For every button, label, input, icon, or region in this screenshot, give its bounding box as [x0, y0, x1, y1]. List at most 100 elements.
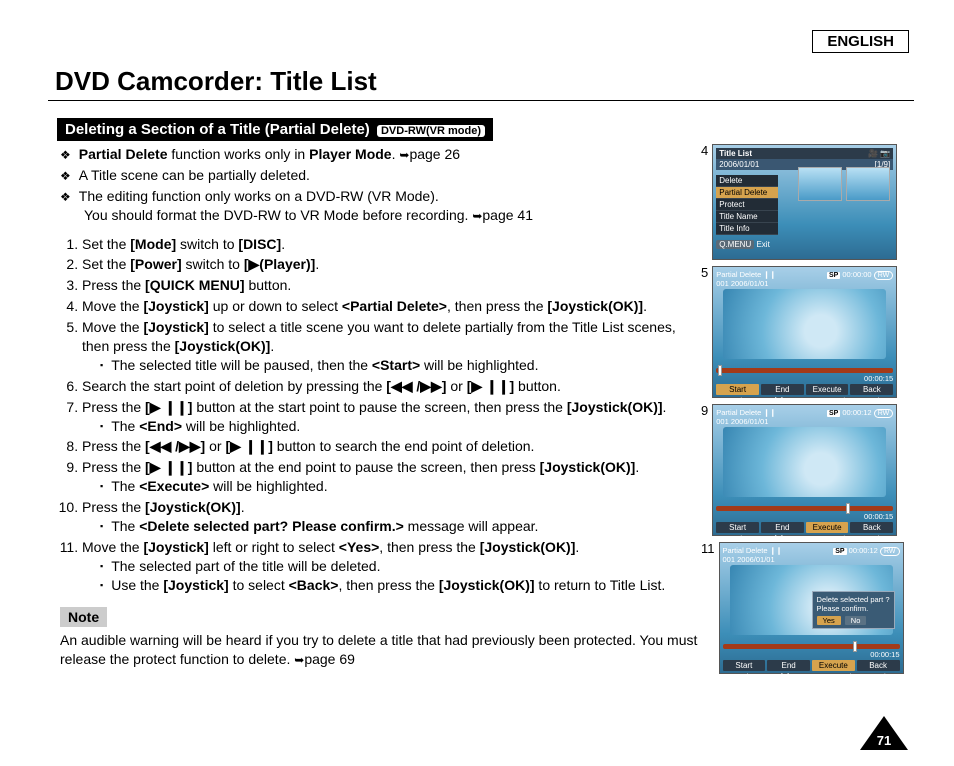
thumbnail — [798, 167, 842, 201]
language-box: ENGLISH — [812, 30, 909, 53]
arrow-icon: ➥ — [399, 148, 409, 162]
step-11-sub2: Use the [Joystick] to select <Back>, the… — [82, 576, 680, 595]
screen-4-date: 2006/01/01 — [719, 160, 759, 169]
step-3: Press the [QUICK MENU] button. — [82, 276, 680, 295]
step-6: Search the start point of deletion by pr… — [82, 377, 680, 396]
seg-start: Start — [716, 384, 759, 395]
seg-end: End — [761, 384, 804, 395]
step-5: Move the [Joystick] to select a title sc… — [82, 318, 680, 375]
screen-4-exit: Q.MENU Exit — [716, 240, 893, 249]
progress-knob — [853, 641, 857, 652]
seg-execute: Execute — [812, 660, 855, 671]
progress-bar — [716, 368, 893, 373]
seg-start: Start — [723, 660, 766, 671]
arrow-icon: ➥ — [294, 653, 304, 667]
pd-hdr: Partial Delete — [716, 408, 761, 417]
step-9-sub: The <Execute> will be highlighted. — [82, 477, 680, 496]
pd-clip: 001 2006/01/01 — [716, 279, 768, 288]
step-4: Move the [Joystick] up or down to select… — [82, 297, 680, 316]
pd-segments: StartEndExecuteBack — [716, 522, 893, 533]
rw-tag: RW — [874, 409, 894, 418]
menu-item: Delete — [716, 175, 778, 187]
pd-time: 00:00:00 — [842, 270, 871, 279]
progress-knob — [846, 503, 850, 514]
pd-controls: ▶ Play❙❙ Pause◀◀/▶▶ Search — [723, 672, 900, 681]
screen-4: Title List🎥 📷 2006/01/01[1/9] Delete Par… — [712, 144, 897, 260]
pause-icon: ❙❙ — [763, 408, 776, 417]
step-10-sub: The <Delete selected part? Please confir… — [82, 517, 680, 536]
page-number: 71 — [872, 733, 896, 748]
step-9: Press the [▶ ❙❙] button at the end point… — [82, 458, 680, 496]
progress-knob — [718, 365, 722, 376]
confirm-no: No — [845, 616, 867, 625]
seg-start: Start — [716, 522, 759, 533]
pause-icon: ❙❙ — [770, 546, 783, 555]
dolphin-image — [723, 289, 886, 359]
step-11: Move the [Joystick] left or right to sel… — [82, 538, 680, 595]
step-11-sub1: The selected part of the title will be d… — [82, 557, 680, 576]
note-header: Note — [60, 607, 107, 628]
step-5-sub: The selected title will be paused, then … — [82, 356, 680, 375]
horizontal-rule — [48, 100, 914, 101]
seg-end: End — [767, 660, 810, 671]
thumbnail — [846, 167, 890, 201]
screenshot-column: 4 Title List🎥 📷 2006/01/01[1/9] Delete P… — [701, 144, 911, 680]
seg-end: End — [761, 522, 804, 533]
pd-clip: 001 2006/01/01 — [723, 555, 775, 564]
rw-tag: RW — [880, 547, 900, 556]
seg-execute: Execute — [806, 384, 849, 395]
arrow-icon: ➥ — [472, 209, 482, 223]
page-number-triangle: 71 — [860, 716, 908, 750]
screen-9: Partial Delete ❙❙001 2006/01/01 SP 00:00… — [712, 404, 897, 536]
pause-icon: ❙❙ — [763, 270, 776, 279]
sp-tag: SP — [827, 410, 840, 417]
camera-icon: 🎥 📷 — [868, 149, 890, 158]
bullet-1: Partial Delete function works only in Pl… — [60, 145, 680, 164]
page-title: DVD Camcorder: Title List — [55, 66, 377, 97]
pd-clip: 001 2006/01/01 — [716, 417, 768, 426]
menu-item: Title Name — [716, 211, 778, 223]
pd-duration: 00:00:15 — [716, 374, 893, 383]
sp-tag: SP — [827, 272, 840, 279]
bullet-2: A Title scene can be partially deleted. — [60, 166, 680, 185]
text-column: Partial Delete function works only in Pl… — [60, 145, 680, 669]
confirm-line1: Delete selected part ? — [817, 595, 890, 604]
seg-back: Back — [857, 660, 900, 671]
confirm-yes: Yes — [817, 616, 841, 625]
step-8: Press the [◀◀ /▶▶] or [▶ ❙❙] button to s… — [82, 437, 680, 456]
step-10: Press the [Joystick(OK)]. The <Delete se… — [82, 498, 680, 536]
pd-duration: 00:00:15 — [716, 512, 893, 521]
pd-time: 00:00:12 — [842, 408, 871, 417]
rw-tag: RW — [874, 271, 894, 280]
bullet-list: Partial Delete function works only in Pl… — [60, 145, 680, 225]
numbered-steps: Set the [Mode] switch to [DISC]. Set the… — [60, 235, 680, 595]
pd-duration: 00:00:15 — [723, 650, 900, 659]
screen-number-11: 11 — [701, 542, 715, 555]
pd-hdr: Partial Delete — [723, 546, 768, 555]
step-7: Press the [▶ ❙❙] button at the start poi… — [82, 398, 680, 436]
screen-number-9: 9 — [701, 404, 708, 417]
section-heading: Deleting a Section of a Title (Partial D… — [57, 118, 493, 141]
seg-execute: Execute — [806, 522, 849, 533]
confirm-line2: Please confirm. — [817, 604, 890, 613]
section-heading-text: Deleting a Section of a Title (Partial D… — [65, 121, 370, 138]
screen-number-5: 5 — [701, 266, 708, 279]
menu-item: Title Info — [716, 223, 778, 235]
bullet-3: The editing function only works on a DVD… — [60, 187, 680, 225]
sp-tag: SP — [833, 548, 846, 555]
pd-segments: StartEndExecuteBack — [716, 384, 893, 395]
pd-segments: StartEndExecuteBack — [723, 660, 900, 671]
confirm-dialog: Delete selected part ? Please confirm. Y… — [812, 591, 895, 629]
pd-hdr: Partial Delete — [716, 270, 761, 279]
screen-number-4: 4 — [701, 144, 708, 157]
menu-item: Protect — [716, 199, 778, 211]
menu-item-highlighted: Partial Delete — [716, 187, 778, 199]
screen-4-menu: Delete Partial Delete Protect Title Name… — [716, 175, 778, 235]
pd-time: 00:00:12 — [849, 546, 878, 555]
screen-5: Partial Delete ❙❙001 2006/01/01 SP 00:00… — [712, 266, 897, 398]
progress-bar — [723, 644, 900, 649]
dolphin-image — [723, 427, 886, 497]
mode-tag: DVD-RW(VR mode) — [377, 125, 485, 137]
step-7-sub: The <End> will be highlighted. — [82, 417, 680, 436]
step-1: Set the [Mode] switch to [DISC]. — [82, 235, 680, 254]
